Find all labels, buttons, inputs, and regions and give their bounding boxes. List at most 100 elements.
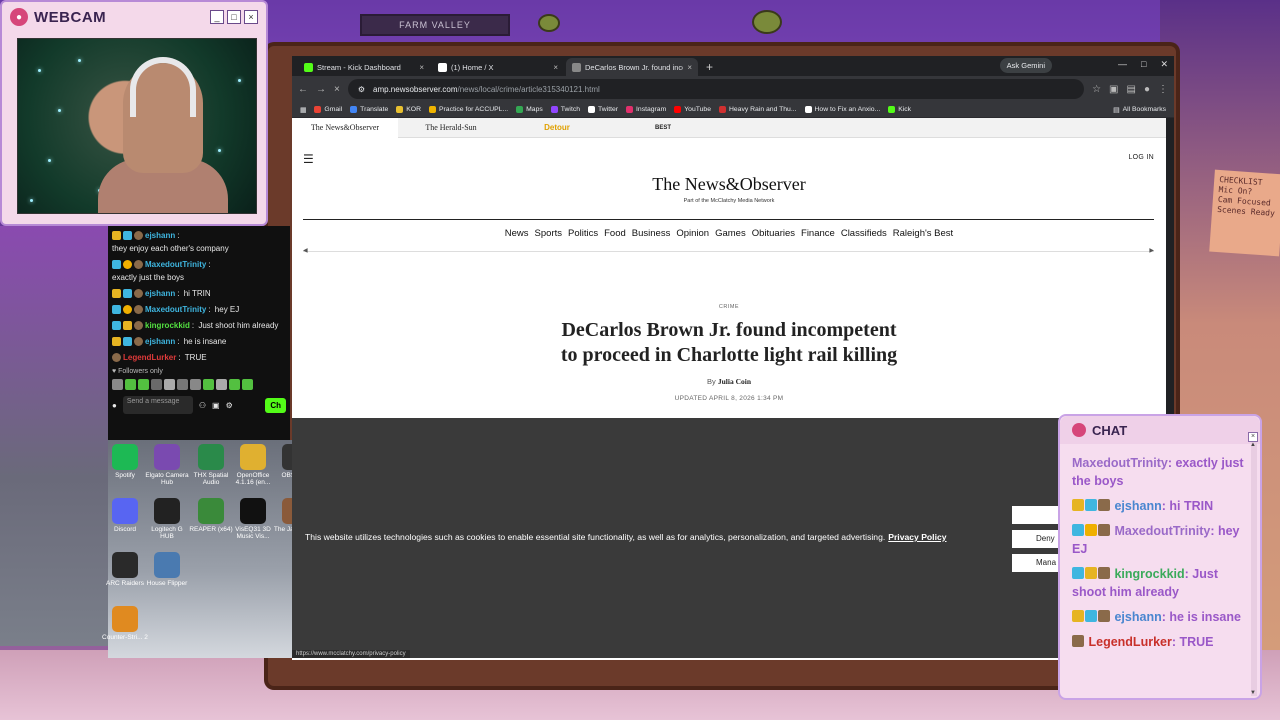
chat-username[interactable]: ejshann [145, 288, 175, 299]
scroll-up-icon[interactable]: ▲ [1250, 442, 1256, 448]
nav-link-opinion[interactable]: Opinion [676, 228, 709, 239]
nav-link-politics[interactable]: Politics [568, 228, 598, 239]
bookmark-maps[interactable]: Maps [516, 106, 543, 113]
chat-username[interactable]: MaxedoutTrinity [145, 259, 206, 270]
bookmark-youtube[interactable]: YouTube [674, 106, 711, 113]
menu-icon[interactable]: ⋮ [1158, 84, 1168, 95]
profile-icon[interactable]: ● [1144, 84, 1150, 95]
chat-username[interactable]: kingrockkid [1114, 567, 1184, 581]
emote-icon[interactable] [125, 379, 136, 390]
chat-username[interactable]: ejshann [145, 336, 175, 347]
emote-icon[interactable] [151, 379, 162, 390]
emote-icon[interactable] [216, 379, 227, 390]
close-tab-icon[interactable]: × [553, 63, 558, 72]
emote-icon[interactable] [164, 379, 175, 390]
author-link[interactable]: Julia Coin [718, 377, 751, 386]
gift-icon[interactable]: ▣ [212, 401, 220, 410]
bookmark-twitter[interactable]: Twitter [588, 106, 618, 113]
forward-icon[interactable]: → [316, 84, 326, 95]
desktop-icon[interactable]: Counter-Stri... 2 [102, 606, 148, 641]
minimize-icon[interactable]: — [1118, 59, 1127, 70]
bookmark-instagram[interactable]: Instagram [626, 106, 666, 113]
maximize-icon[interactable]: □ [227, 10, 241, 24]
tab-x-home[interactable]: (1) Home / X × [432, 58, 564, 76]
site-link-newsobserver[interactable]: The News&Observer [292, 118, 398, 138]
bookmark-gmail[interactable]: Gmail [314, 106, 342, 113]
emote-icon[interactable] [177, 379, 188, 390]
nav-link-classifieds[interactable]: Classifieds [841, 228, 887, 239]
privacy-policy-link[interactable]: Privacy Policy [888, 532, 946, 542]
desktop-icon[interactable]: THX Spatial Audio [188, 444, 234, 486]
tab-kick-dashboard[interactable]: Stream - Kick Dashboard × [298, 58, 430, 76]
ask-gemini-button[interactable]: Ask Gemini [999, 58, 1052, 73]
chat-username[interactable]: ejshann [145, 230, 175, 241]
settings-icon[interactable]: ⚙ [226, 401, 233, 410]
sidebar-icon[interactable]: ▤ [1127, 84, 1136, 95]
chat-scrollbar[interactable]: ▲ ▼ [1250, 442, 1257, 696]
tab-newsobserver[interactable]: DeCarlos Brown Jr. found incom × [566, 58, 698, 76]
scroll-left-icon[interactable]: ◀ [303, 247, 308, 254]
desktop-icon[interactable]: House Flipper [144, 552, 190, 587]
maximize-icon[interactable]: □ [1141, 59, 1146, 70]
emote-icon[interactable] [203, 379, 214, 390]
address-bar[interactable]: ⚙ amp.newsobserver.com/news/local/crime/… [347, 79, 1085, 99]
login-link[interactable]: LOG IN [1128, 154, 1154, 161]
hamburger-menu-icon[interactable]: ☰ [303, 152, 314, 166]
desktop-icon[interactable]: Spotify [102, 444, 148, 479]
back-icon[interactable]: ← [298, 84, 308, 95]
apps-icon[interactable]: ▦ [300, 106, 306, 114]
nav-link-sports[interactable]: Sports [535, 228, 562, 239]
desktop-icon[interactable]: Elgato Camera Hub [144, 444, 190, 486]
mic-icon[interactable]: ● [112, 401, 117, 410]
star-icon[interactable]: ☆ [1092, 84, 1101, 95]
desktop-icon[interactable]: ARC Raiders [102, 552, 148, 587]
all-bookmarks-button[interactable]: ▤ All Bookmarks [1113, 106, 1166, 114]
scroll-right-icon[interactable]: ▶ [1149, 247, 1154, 254]
bookmark-heavy-rain-and-thu[interactable]: Heavy Rain and Thu... [718, 106, 797, 113]
emote-icon[interactable] [242, 379, 253, 390]
emote-icon[interactable] [190, 379, 201, 390]
bookmark-kick[interactable]: Kick [888, 106, 911, 113]
desktop-icon[interactable]: REAPER (x64) [188, 498, 234, 533]
people-icon[interactable]: ⚇ [199, 401, 206, 410]
chat-username[interactable]: ejshann [1114, 610, 1161, 624]
bookmark-twitch[interactable]: Twitch [550, 106, 580, 113]
site-link-detour[interactable]: Detour [504, 123, 610, 132]
nav-link-finance[interactable]: Finance [801, 228, 835, 239]
site-info-icon[interactable]: ⚙ [358, 85, 365, 94]
chat-username[interactable]: MaxedoutTrinity [1114, 524, 1210, 538]
loading-icon[interactable]: × [334, 84, 340, 95]
close-tab-icon[interactable]: × [687, 63, 692, 72]
site-logo[interactable]: The News&Observer [292, 174, 1166, 195]
bookmark-practice-for-accupl[interactable]: Practice for ACCUPL... [429, 106, 508, 113]
chat-username[interactable]: LegendLurker [123, 352, 176, 363]
chat-username[interactable]: MaxedoutTrinity [1072, 456, 1168, 470]
desktop-icon[interactable]: VisEQ31 3D Music Vis... [230, 498, 276, 540]
emote-icon[interactable] [229, 379, 240, 390]
chat-username[interactable]: kingrockkid [145, 320, 190, 331]
bookmark-kor[interactable]: KOR [396, 106, 421, 113]
desktop-icon[interactable]: Logitech G HUB [144, 498, 190, 540]
nav-link-raleigh-s-best[interactable]: Raleigh's Best [893, 228, 953, 239]
chat-input[interactable]: Send a message [122, 396, 193, 414]
extensions-icon[interactable]: ▣ [1109, 84, 1118, 95]
minimize-icon[interactable]: _ [210, 10, 224, 24]
chat-send-button[interactable]: Ch [265, 397, 286, 413]
close-icon[interactable]: × [1248, 432, 1258, 442]
scroll-down-icon[interactable]: ▼ [1250, 690, 1256, 696]
site-link-herald-sun[interactable]: The Herald-Sun [398, 123, 504, 132]
close-icon[interactable]: × [244, 10, 258, 24]
chat-username[interactable]: ejshann [1114, 499, 1161, 513]
bookmark-translate[interactable]: Translate [350, 106, 388, 113]
chat-username[interactable]: LegendLurker [1088, 635, 1171, 649]
close-tab-icon[interactable]: × [419, 63, 424, 72]
close-icon[interactable]: ✕ [1160, 59, 1168, 70]
chat-username[interactable]: MaxedoutTrinity [145, 304, 206, 315]
nav-link-obituaries[interactable]: Obituaries [752, 228, 795, 239]
article-kicker[interactable]: CRIME [292, 304, 1166, 310]
desktop-icon[interactable]: OpenOffice 4.1.16 (en... [230, 444, 276, 486]
nav-link-games[interactable]: Games [715, 228, 746, 239]
bookmark-how-to-fix-an-anxio[interactable]: How to Fix an Anxio... [804, 106, 880, 113]
desktop-icon[interactable]: Discord [102, 498, 148, 533]
site-link-best[interactable]: BEST [610, 125, 716, 131]
